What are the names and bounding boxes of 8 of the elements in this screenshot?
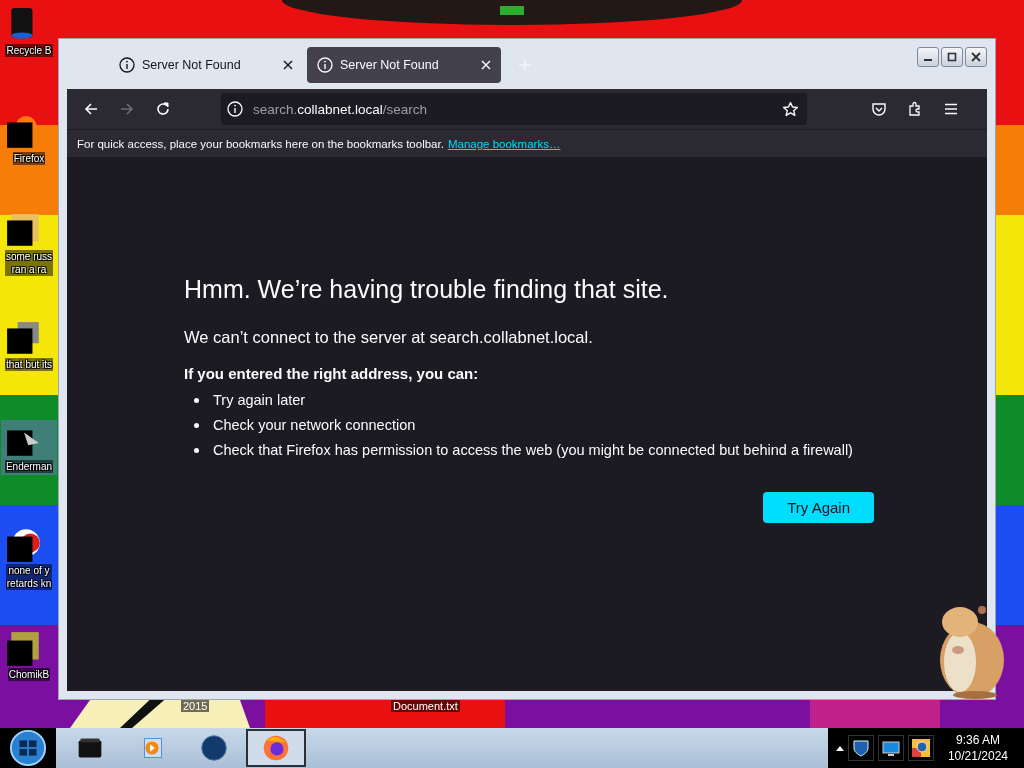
monitor-icon[interactable] xyxy=(877,735,904,761)
shield-icon[interactable] xyxy=(847,735,874,761)
start-button[interactable] xyxy=(0,728,56,768)
show-hidden-icons-icon[interactable] xyxy=(835,745,844,751)
browser-app-icon[interactable] xyxy=(246,729,306,767)
clock-date: 10/21/2024 xyxy=(947,748,1008,764)
camera-icon[interactable] xyxy=(907,735,934,761)
clock-time: 9:36 AM xyxy=(955,732,1000,748)
